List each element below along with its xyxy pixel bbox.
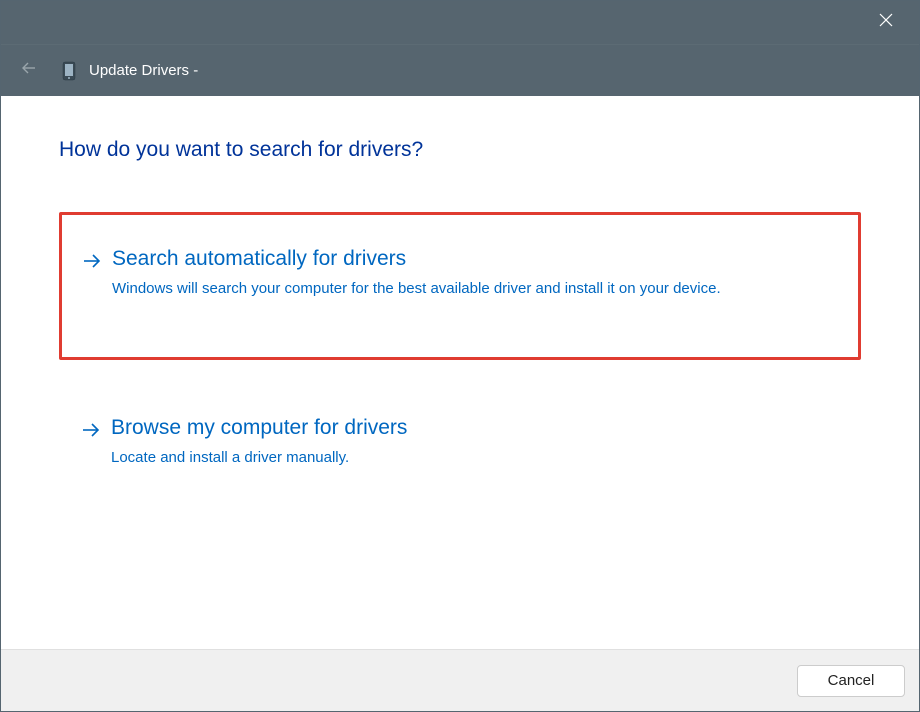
titlebar-top bbox=[1, 1, 919, 44]
option-title: Search automatically for drivers bbox=[112, 245, 840, 272]
option-browse-computer[interactable]: Browse my computer for drivers Locate an… bbox=[59, 390, 861, 494]
option-description: Windows will search your computer for th… bbox=[112, 278, 752, 301]
update-drivers-dialog: Update Drivers - How do you want to sear… bbox=[0, 0, 920, 712]
close-button[interactable] bbox=[871, 8, 901, 38]
arrow-right-icon bbox=[79, 418, 103, 442]
window-title: Update Drivers - bbox=[89, 62, 198, 79]
option-text-block: Browse my computer for drivers Locate an… bbox=[111, 414, 841, 470]
option-search-automatically[interactable]: Search automatically for drivers Windows… bbox=[59, 212, 861, 360]
back-button bbox=[15, 57, 43, 85]
cancel-button[interactable]: Cancel bbox=[797, 665, 905, 697]
back-arrow-icon bbox=[21, 60, 37, 81]
titlebar-sub: Update Drivers - bbox=[1, 44, 919, 96]
dialog-footer: Cancel bbox=[1, 649, 919, 711]
page-heading: How do you want to search for drivers? bbox=[59, 138, 861, 162]
content-area: How do you want to search for drivers? S… bbox=[1, 96, 919, 649]
option-text-block: Search automatically for drivers Windows… bbox=[112, 245, 840, 301]
option-title: Browse my computer for drivers bbox=[111, 414, 841, 441]
close-icon bbox=[879, 13, 893, 32]
option-description: Locate and install a driver manually. bbox=[111, 447, 751, 470]
device-icon bbox=[59, 61, 79, 81]
arrow-right-icon bbox=[80, 249, 104, 273]
